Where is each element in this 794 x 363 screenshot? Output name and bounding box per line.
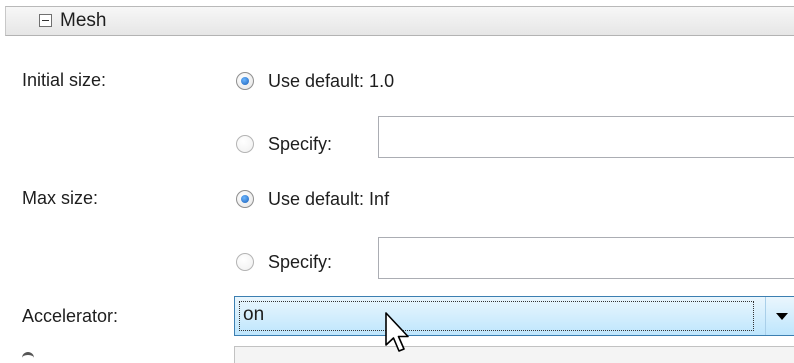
next-row-label-fragment [22, 352, 42, 363]
collapse-minus-icon[interactable] [39, 14, 52, 27]
section-title: Mesh [60, 10, 107, 31]
dropdown-arrow-icon[interactable] [765, 297, 794, 335]
max-size-default-label: Use default: Inf [268, 188, 390, 209]
initial-size-specify-input[interactable] [378, 116, 794, 158]
initial-size-specify-label: Specify: [268, 133, 333, 154]
initial-size-specify-option[interactable]: Specify: [236, 131, 332, 157]
mouse-pointer-icon [385, 312, 409, 352]
max-size-specify-radio[interactable] [236, 253, 254, 271]
initial-size-specify-radio[interactable] [236, 135, 254, 153]
initial-size-default-option[interactable]: Use default: 1.0 [236, 68, 394, 94]
accelerator-label: Accelerator: [22, 306, 119, 326]
max-size-default-radio[interactable] [236, 190, 254, 208]
max-size-specify-input[interactable] [378, 237, 794, 279]
max-size-default-option[interactable]: Use default: Inf [236, 186, 389, 212]
mesh-settings-panel: Mesh Initial size: Use default: 1.0 Spec… [0, 0, 794, 363]
initial-size-default-label: Use default: 1.0 [268, 70, 395, 91]
initial-size-default-radio[interactable] [236, 72, 254, 90]
max-size-specify-option[interactable]: Specify: [236, 249, 332, 275]
accelerator-selected-value: on [243, 304, 265, 325]
next-row-field[interactable] [234, 346, 794, 363]
accelerator-dropdown[interactable]: on [234, 296, 794, 336]
max-size-label: Max size: [22, 188, 99, 208]
dropdown-focus-rect [239, 301, 754, 331]
mesh-section-header[interactable]: Mesh [5, 6, 794, 36]
max-size-specify-label: Specify: [268, 251, 333, 272]
initial-size-label: Initial size: [22, 70, 107, 90]
